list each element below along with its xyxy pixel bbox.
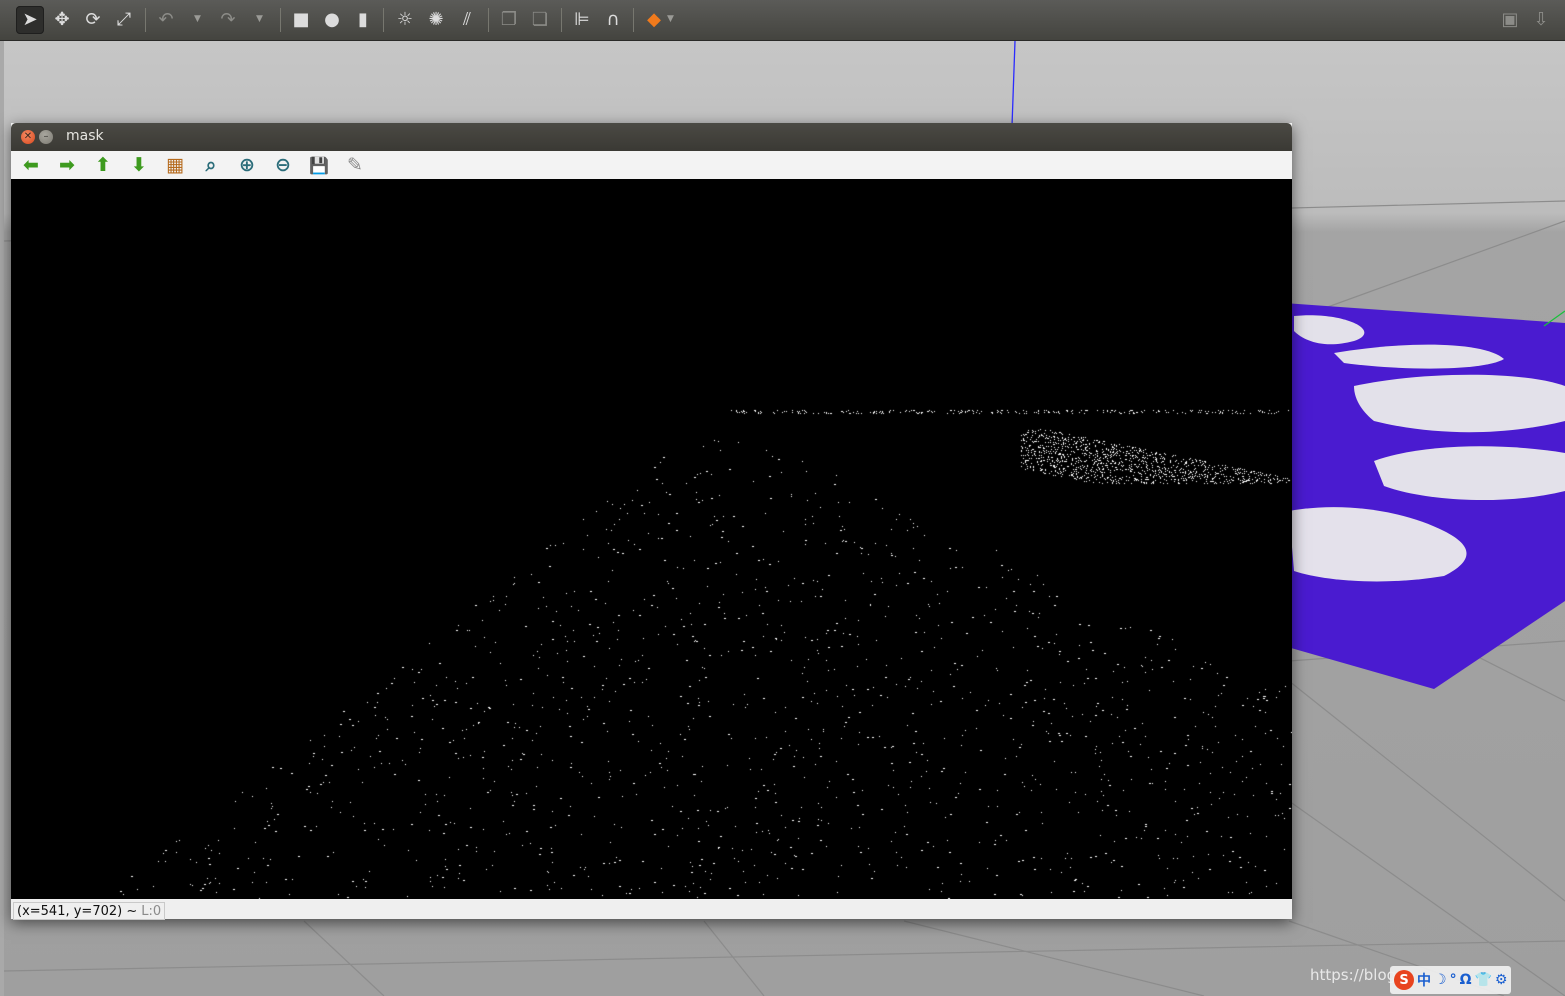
scale-mode-icon[interactable]: ⤢: [110, 6, 138, 34]
point-light-icon[interactable]: ☼: [391, 6, 419, 34]
select-mode-icon[interactable]: ➤: [16, 6, 44, 34]
mask-image: [11, 179, 1292, 899]
toolbar-separator: [633, 8, 634, 32]
view-angle-icon[interactable]: ◆: [640, 6, 668, 34]
cylinder-shape-icon[interactable]: ▮: [349, 6, 377, 34]
toolbar-separator: [280, 8, 281, 32]
zoom-out-icon[interactable]: ⊖: [271, 154, 295, 176]
zoom-in-icon[interactable]: ⊕: [235, 154, 259, 176]
undo-dropdown-icon[interactable]: ▼: [194, 14, 201, 24]
gazebo-toolbar: ➤ ✥ ⟳ ⤢ ↶ ▼ ↷ ▼ ■ ● ▮ ☼ ✺ ⫽ ❐ ❏ ⊫ ∩ ◆ ▼ …: [0, 0, 1565, 41]
ime-moon-icon[interactable]: ☽: [1434, 972, 1447, 988]
pan-down-icon[interactable]: ⬇: [127, 154, 151, 176]
zoom-image-icon[interactable]: ▦: [163, 154, 187, 176]
mask-image-canvas[interactable]: [11, 179, 1292, 899]
toolbar-separator: [145, 8, 146, 32]
toolbar-separator: [561, 8, 562, 32]
ime-omega-icon[interactable]: Ω: [1460, 972, 1472, 988]
toolbar-separator: [488, 8, 489, 32]
properties-icon[interactable]: ✎: [343, 154, 367, 176]
undo-icon[interactable]: ↶: [152, 6, 180, 34]
pan-left-icon[interactable]: ⬅: [19, 154, 43, 176]
save-icon[interactable]: 💾: [307, 154, 331, 176]
sphere-shape-icon[interactable]: ●: [318, 6, 346, 34]
minimize-icon[interactable]: –: [39, 130, 53, 144]
spot-light-icon[interactable]: ✺: [422, 6, 450, 34]
ime-settings-icon[interactable]: ⚙: [1495, 972, 1508, 988]
snap-icon[interactable]: ∩: [599, 6, 627, 34]
pan-up-icon[interactable]: ⬆: [91, 154, 115, 176]
copy-icon[interactable]: ❐: [495, 6, 523, 34]
log-icon[interactable]: ⇩: [1527, 6, 1555, 34]
ime-logo-icon[interactable]: S: [1394, 970, 1414, 990]
watermark-text: https://blog.: [1310, 966, 1401, 984]
align-icon[interactable]: ⊫: [568, 6, 596, 34]
ime-chinese-icon[interactable]: 中: [1417, 970, 1431, 990]
window-titlebar[interactable]: ✕ – mask: [11, 123, 1292, 151]
box-shape-icon[interactable]: ■: [287, 6, 315, 34]
redo-dropdown-icon[interactable]: ▼: [256, 14, 263, 24]
translate-mode-icon[interactable]: ✥: [48, 6, 76, 34]
image-toolbar: ⬅ ➡ ⬆ ⬇ ▦ ⌕ ⊕ ⊖ 💾 ✎: [11, 151, 1292, 180]
paste-icon[interactable]: ❏: [526, 6, 554, 34]
coords-text: (x=541, y=702) ~: [17, 903, 138, 919]
pan-right-icon[interactable]: ➡: [55, 154, 79, 176]
view-angle-dropdown-icon[interactable]: ▼: [667, 14, 674, 24]
window-title: mask: [66, 128, 104, 144]
toolbar-separator: [383, 8, 384, 32]
status-bar: (x=541, y=702) ~ L:0: [11, 901, 1292, 920]
rotate-mode-icon[interactable]: ⟳: [79, 6, 107, 34]
ime-skin-icon[interactable]: 👕: [1474, 972, 1491, 988]
cursor-coordinates: (x=541, y=702) ~ L:0: [13, 902, 166, 920]
ime-toolbar[interactable]: S 中 ☽ ° Ω 👕 ⚙: [1390, 966, 1512, 994]
ime-punct-icon[interactable]: °: [1450, 972, 1457, 988]
level-text: L:0: [141, 903, 162, 919]
zoom-fit-icon[interactable]: ⌕: [199, 154, 223, 176]
close-icon[interactable]: ✕: [21, 130, 35, 144]
screenshot-icon[interactable]: ▣: [1496, 6, 1524, 34]
directional-light-icon[interactable]: ⫽: [453, 6, 481, 34]
mask-window: ✕ – mask ⬅ ➡ ⬆ ⬇ ▦ ⌕ ⊕ ⊖ 💾 ✎ (x=541, y=7…: [11, 123, 1292, 920]
redo-icon[interactable]: ↷: [214, 6, 242, 34]
